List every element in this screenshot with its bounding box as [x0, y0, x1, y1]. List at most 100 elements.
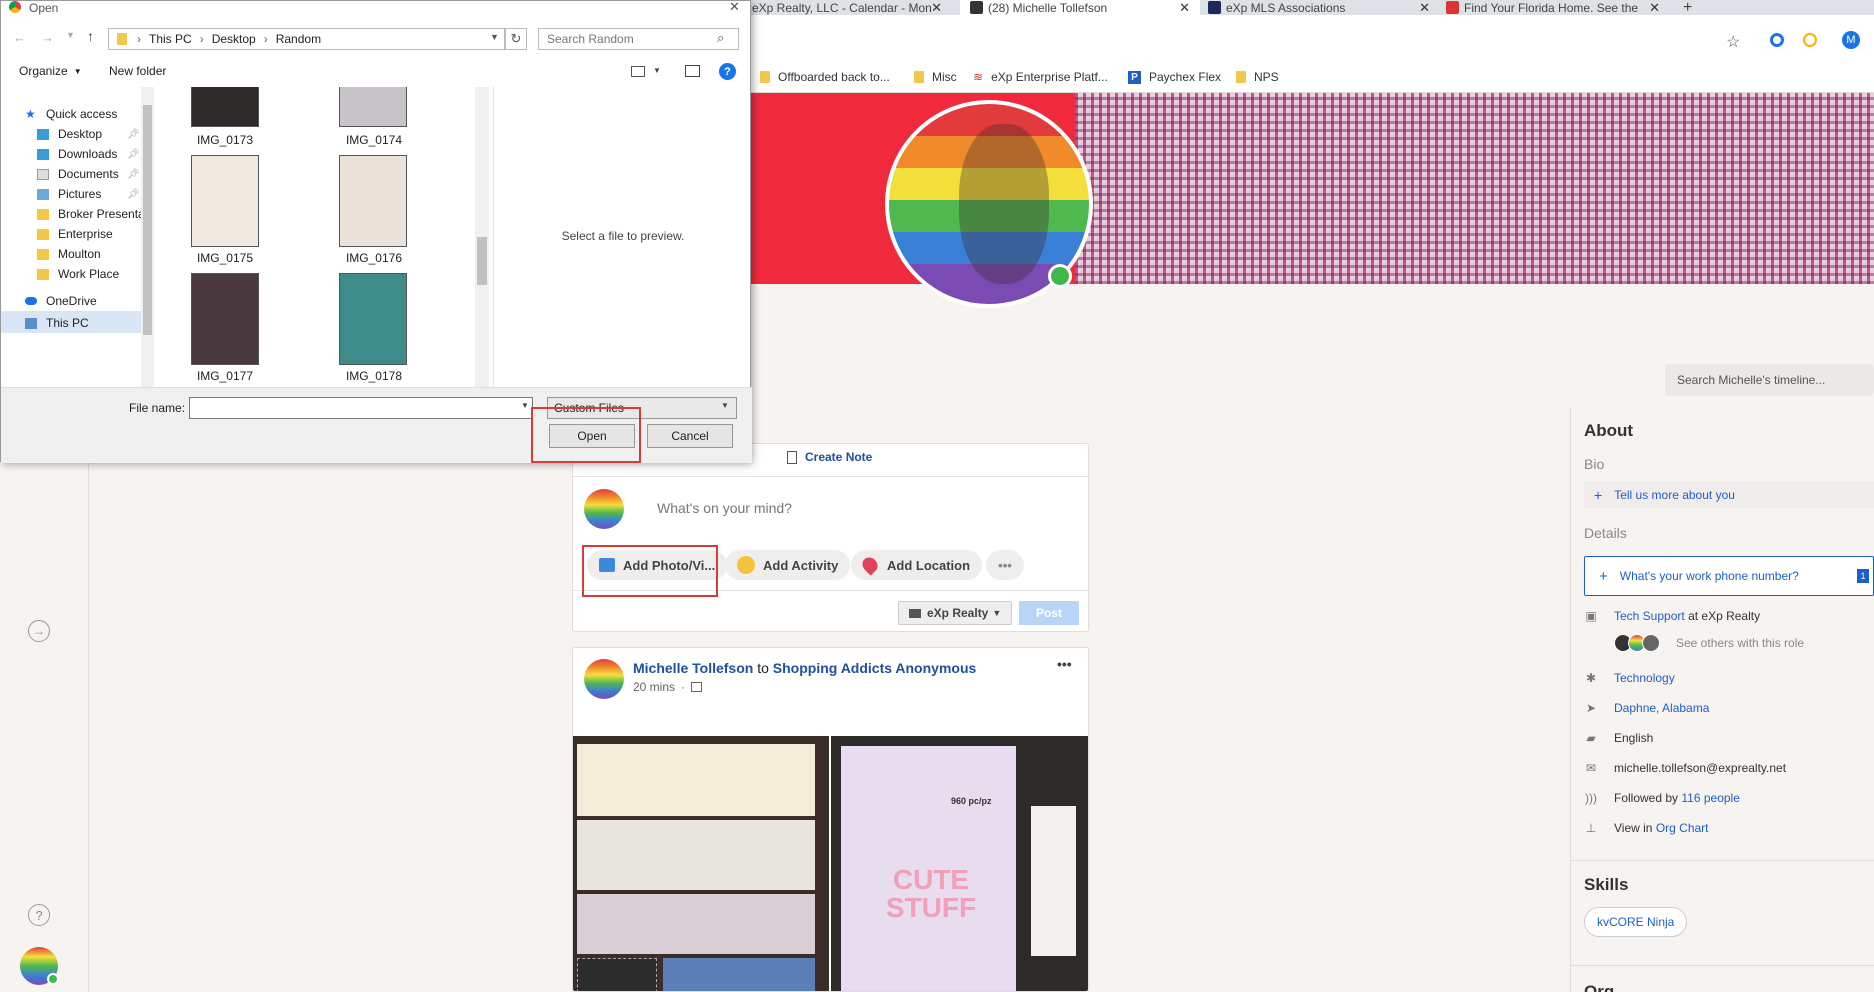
file-thumbnail[interactable] — [191, 155, 259, 247]
org-chart-link[interactable]: Org Chart — [1656, 821, 1709, 835]
nav-pictures[interactable]: Pictures 📌︎ — [37, 187, 140, 201]
add-activity-button[interactable]: Add Activity — [725, 550, 851, 580]
speech-bubble-icon: ▰ — [1586, 731, 1596, 745]
breadcrumb-item[interactable]: This PC — [149, 32, 192, 46]
browser-tab-mls[interactable]: eXp MLS Associations ✕ — [1200, 0, 1440, 15]
refresh-icon[interactable]: ↻ — [505, 28, 527, 50]
department-link[interactable]: Technology — [1614, 671, 1675, 685]
breadcrumb-item[interactable]: Random — [276, 32, 321, 46]
post-author-link[interactable]: Michelle Tollefson — [633, 660, 753, 676]
close-tab-icon[interactable]: ✕ — [1649, 0, 1660, 15]
extension-icon[interactable] — [1803, 33, 1817, 47]
nav-broker-presentat[interactable]: Broker Presentat — [37, 207, 148, 221]
add-location-button[interactable]: Add Location — [851, 550, 983, 580]
post-button[interactable]: Post — [1019, 601, 1079, 625]
back-arrow-icon[interactable]: ← — [13, 30, 26, 45]
preview-pane-icon[interactable] — [685, 65, 700, 77]
file-label[interactable]: IMG_0178 — [324, 369, 424, 383]
post-timestamp[interactable]: 20 mins — [633, 680, 675, 694]
followers-link[interactable]: 116 people — [1681, 791, 1740, 805]
tab-create-note[interactable]: Create Note — [787, 450, 872, 464]
help-icon[interactable]: ? — [28, 904, 50, 926]
file-label[interactable]: IMG_0174 — [324, 133, 424, 147]
forward-arrow-icon[interactable]: → — [41, 30, 54, 45]
bookmark-item[interactable]: Offboarded back to... — [760, 70, 890, 84]
location-link[interactable]: Daphne, Alabama — [1614, 701, 1709, 715]
file-label[interactable]: IMG_0177 — [175, 369, 275, 383]
tab-title: Find Your Florida Home. See the — [1464, 0, 1639, 15]
bookmark-item[interactable]: ≋ eXp Enterprise Platf... — [973, 70, 1108, 84]
role-link[interactable]: Tech Support — [1614, 609, 1685, 623]
cancel-button[interactable]: Cancel — [647, 424, 733, 448]
file-list-scrollbar[interactable] — [475, 87, 489, 387]
nav-work-place[interactable]: Work Place — [37, 267, 119, 281]
scroll-thumb[interactable] — [477, 237, 487, 285]
close-tab-icon[interactable]: ✕ — [1419, 0, 1430, 15]
nav-downloads[interactable]: Downloads 📌︎ — [37, 147, 140, 161]
online-status-dot — [47, 973, 59, 985]
post-group-link[interactable]: Shopping Addicts Anonymous — [773, 660, 977, 676]
post-options-icon[interactable]: ••• — [1057, 656, 1072, 672]
filename-input[interactable] — [189, 397, 533, 419]
file-thumbnail[interactable] — [191, 87, 259, 127]
more-options-button[interactable]: ••• — [986, 550, 1024, 580]
close-dialog-icon[interactable]: ✕ — [729, 0, 740, 15]
close-tab-icon[interactable]: ✕ — [931, 0, 942, 15]
organize-menu[interactable]: Organize ▼ — [19, 64, 82, 78]
bookmark-item[interactable]: Misc — [914, 70, 957, 84]
post-photo-left[interactable] — [573, 736, 829, 991]
bio-add-button[interactable]: + Tell us more about you — [1584, 481, 1874, 508]
status-input[interactable]: What's on your mind? — [657, 500, 792, 516]
chevron-down-icon[interactable]: ▼ — [521, 401, 529, 410]
file-label[interactable]: IMG_0175 — [175, 251, 275, 265]
network-icon: ✱ — [1585, 671, 1597, 685]
nav-enterprise[interactable]: Enterprise — [37, 227, 113, 241]
bookmark-item[interactable]: NPS — [1236, 70, 1279, 84]
close-tab-icon[interactable]: ✕ — [1179, 0, 1190, 15]
up-arrow-icon[interactable]: ↑ — [87, 28, 94, 44]
post-photo-right[interactable]: 960 pc/pz CUTE STUFF — [831, 736, 1088, 991]
timeline-search-input[interactable]: Search Michelle's timeline... — [1665, 364, 1874, 396]
file-thumbnail[interactable] — [339, 273, 407, 365]
profile-avatar[interactable]: M — [1842, 31, 1860, 49]
audience-selector[interactable]: eXp Realty ▼ — [898, 601, 1013, 625]
browser-tab-profile[interactable]: (28) Michelle Tollefson ✕ — [960, 0, 1200, 15]
file-thumbnail[interactable] — [339, 87, 407, 127]
breadcrumb-item[interactable]: Desktop — [212, 32, 256, 46]
chevron-down-icon[interactable]: ▼ — [721, 401, 729, 410]
extension-icon[interactable] — [1770, 33, 1784, 47]
bookmark-item[interactable]: P Paychex Flex — [1128, 70, 1221, 84]
view-options-icon[interactable] — [631, 66, 645, 77]
nav-documents[interactable]: Documents 📌︎ — [37, 167, 140, 181]
email-text[interactable]: michelle.tollefson@exprealty.net — [1614, 761, 1786, 775]
post-author-avatar[interactable] — [584, 659, 624, 699]
bookmark-star-icon[interactable]: ☆ — [1726, 32, 1740, 52]
nav-moulton[interactable]: Moulton — [37, 247, 101, 261]
breadcrumb[interactable]: › This PC › Desktop › Random ▼ — [108, 28, 505, 50]
work-phone-prompt[interactable]: + What's your work phone number? 1 — [1584, 556, 1874, 596]
nav-label: Documents — [58, 167, 119, 181]
new-folder-button[interactable]: New folder — [109, 64, 166, 78]
recent-dropdown-icon[interactable]: ▼ — [66, 30, 75, 40]
post-composer: eo Create Note What's on your mind? Add … — [572, 443, 1089, 632]
divider — [573, 476, 1088, 477]
detail-others[interactable]: See others with this role — [1614, 634, 1804, 652]
nav-this-pc[interactable]: This PC — [25, 316, 89, 330]
expand-arrow-icon[interactable]: → — [28, 620, 50, 642]
nav-quick-access[interactable]: ★ Quick access — [25, 107, 117, 121]
browser-tab-florida[interactable]: Find Your Florida Home. See the ✕ — [1440, 0, 1670, 15]
file-list: IMG_0173 IMG_0174 IMG_0175 IMG_0176 IMG_… — [141, 87, 476, 387]
chevron-down-icon[interactable]: ▼ — [490, 32, 499, 42]
file-label[interactable]: IMG_0176 — [324, 251, 424, 265]
help-icon[interactable]: ? — [719, 63, 736, 80]
file-thumbnail[interactable] — [191, 273, 259, 365]
nav-desktop[interactable]: Desktop 📌︎ — [37, 127, 140, 141]
skill-chip[interactable]: kvCORE Ninja — [1584, 907, 1688, 937]
file-label[interactable]: IMG_0173 — [175, 133, 275, 147]
chevron-down-icon[interactable]: ▼ — [653, 66, 661, 75]
browser-tab-calendar[interactable]: eXp Realty, LLC - Calendar - Mon ✕ — [752, 0, 952, 15]
search-input[interactable]: Search Random — [538, 28, 739, 50]
file-thumbnail[interactable] — [339, 155, 407, 247]
new-tab-button[interactable]: + — [1683, 0, 1703, 15]
nav-onedrive[interactable]: OneDrive — [25, 294, 97, 308]
